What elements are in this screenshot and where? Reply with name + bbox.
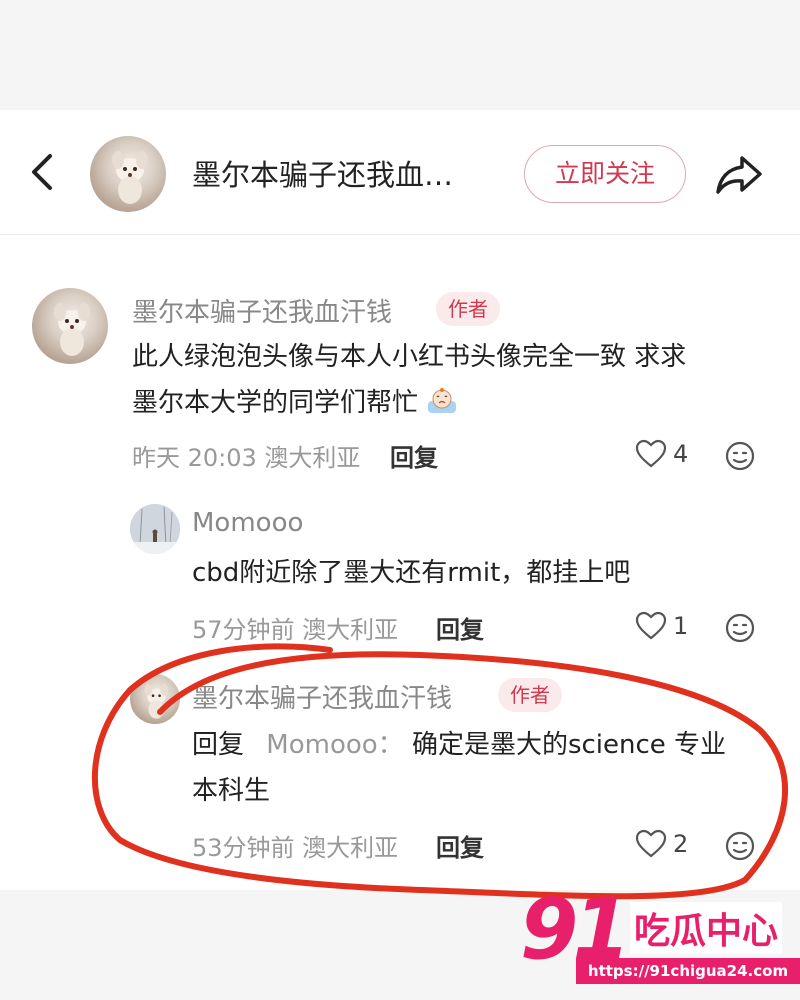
dog-avatar-image (54, 303, 90, 356)
emoji-icon (725, 441, 755, 471)
watermark-text: 吃瓜中心 (630, 902, 783, 954)
like-button[interactable]: 2 (635, 828, 705, 864)
heart-icon (635, 611, 667, 640)
dog-avatar-image (112, 151, 148, 204)
commenter-avatar[interactable] (130, 504, 180, 554)
watermark-url: https://91chigua24.com (576, 958, 800, 984)
note-comments-panel: 墨尔本骗子还我血… 立即关注 墨尔本骗子还我血汗钱 作者 此人绿泡泡头像与本人小… (0, 110, 800, 890)
comment-meta: 昨天 20:03 澳大利亚 (132, 444, 361, 472)
follow-button[interactable]: 立即关注 (524, 145, 686, 203)
comment-text-line-1: 确定是墨大的science 专业 (411, 730, 727, 760)
author-name[interactable]: 墨尔本骗子还我血… (192, 152, 492, 194)
reply-item: Momooo cbd附近除了墨大还有rmit，都挂上吧 57分钟前 澳大利亚 回… (0, 500, 800, 650)
comment-text-line: 回复 Momooo： 确定是墨大的science 专业 (192, 722, 772, 768)
reply-item: 墨尔本骗子还我血汗钱 作者 回复 Momooo： 确定是墨大的science 专… (0, 670, 800, 870)
emoji-react-button[interactable] (724, 830, 758, 864)
heart-icon (635, 829, 667, 858)
commenter-avatar[interactable] (130, 674, 180, 724)
comment-text-line: 本科生 (192, 776, 271, 806)
comment-text: cbd附近除了墨大还有rmit，都挂上吧 (192, 558, 631, 588)
commenter-name[interactable]: 墨尔本骗子还我血汗钱 (192, 678, 452, 715)
emoji-icon (725, 613, 755, 643)
snow-scene-avatar-image (130, 504, 180, 554)
reply-button[interactable]: 回复 (436, 610, 484, 645)
commenter-name[interactable]: 墨尔本骗子还我血汗钱 (132, 292, 392, 329)
emoji-react-button[interactable] (724, 612, 758, 646)
commenter-name[interactable]: Momooo (192, 508, 303, 538)
reply-button[interactable]: 回复 (390, 438, 438, 473)
comment-meta: 57分钟前 澳大利亚 (192, 616, 399, 644)
share-icon (716, 156, 762, 194)
comment-text-line-2: 墨尔本大学的同学们帮忙 (132, 388, 419, 418)
crying-emoji-icon (428, 388, 457, 413)
comment-text: 回复 Momooo： 确定是墨大的science 专业 本科生 (192, 722, 772, 814)
reply-button[interactable]: 回复 (436, 828, 484, 863)
like-count: 2 (673, 830, 689, 858)
comment-text-line: 此人绿泡泡头像与本人小红书头像完全一致 求求 (132, 342, 687, 372)
comment-text-line: 墨尔本大学的同学们帮忙 (132, 380, 772, 426)
like-count: 1 (673, 612, 689, 640)
author-badge: 作者 (436, 292, 500, 326)
back-button[interactable] (22, 150, 62, 194)
author-avatar[interactable] (90, 136, 166, 212)
commenter-avatar[interactable] (32, 288, 108, 364)
emoji-icon (725, 831, 755, 861)
comment-meta: 53分钟前 澳大利亚 (192, 834, 399, 862)
heart-icon (635, 439, 667, 468)
like-count: 4 (673, 440, 689, 468)
share-button[interactable] (712, 152, 766, 196)
comment-item: 墨尔本骗子还我血汗钱 作者 此人绿泡泡头像与本人小红书头像完全一致 求求 墨尔本… (0, 280, 800, 480)
reply-to-name[interactable]: Momooo： (266, 730, 403, 760)
top-bar: 墨尔本骗子还我血… 立即关注 (0, 110, 800, 235)
site-watermark: 91 吃瓜中心 https://91chigua24.com (520, 880, 800, 990)
like-button[interactable]: 1 (635, 610, 705, 646)
author-badge: 作者 (498, 678, 562, 712)
like-button[interactable]: 4 (635, 438, 705, 474)
emoji-react-button[interactable] (724, 440, 758, 474)
comment-text: 此人绿泡泡头像与本人小红书头像完全一致 求求 墨尔本大学的同学们帮忙 (132, 334, 772, 426)
reply-prefix: 回复 (192, 730, 245, 760)
back-arrow-icon (32, 154, 52, 190)
dog-avatar-image (144, 683, 169, 719)
